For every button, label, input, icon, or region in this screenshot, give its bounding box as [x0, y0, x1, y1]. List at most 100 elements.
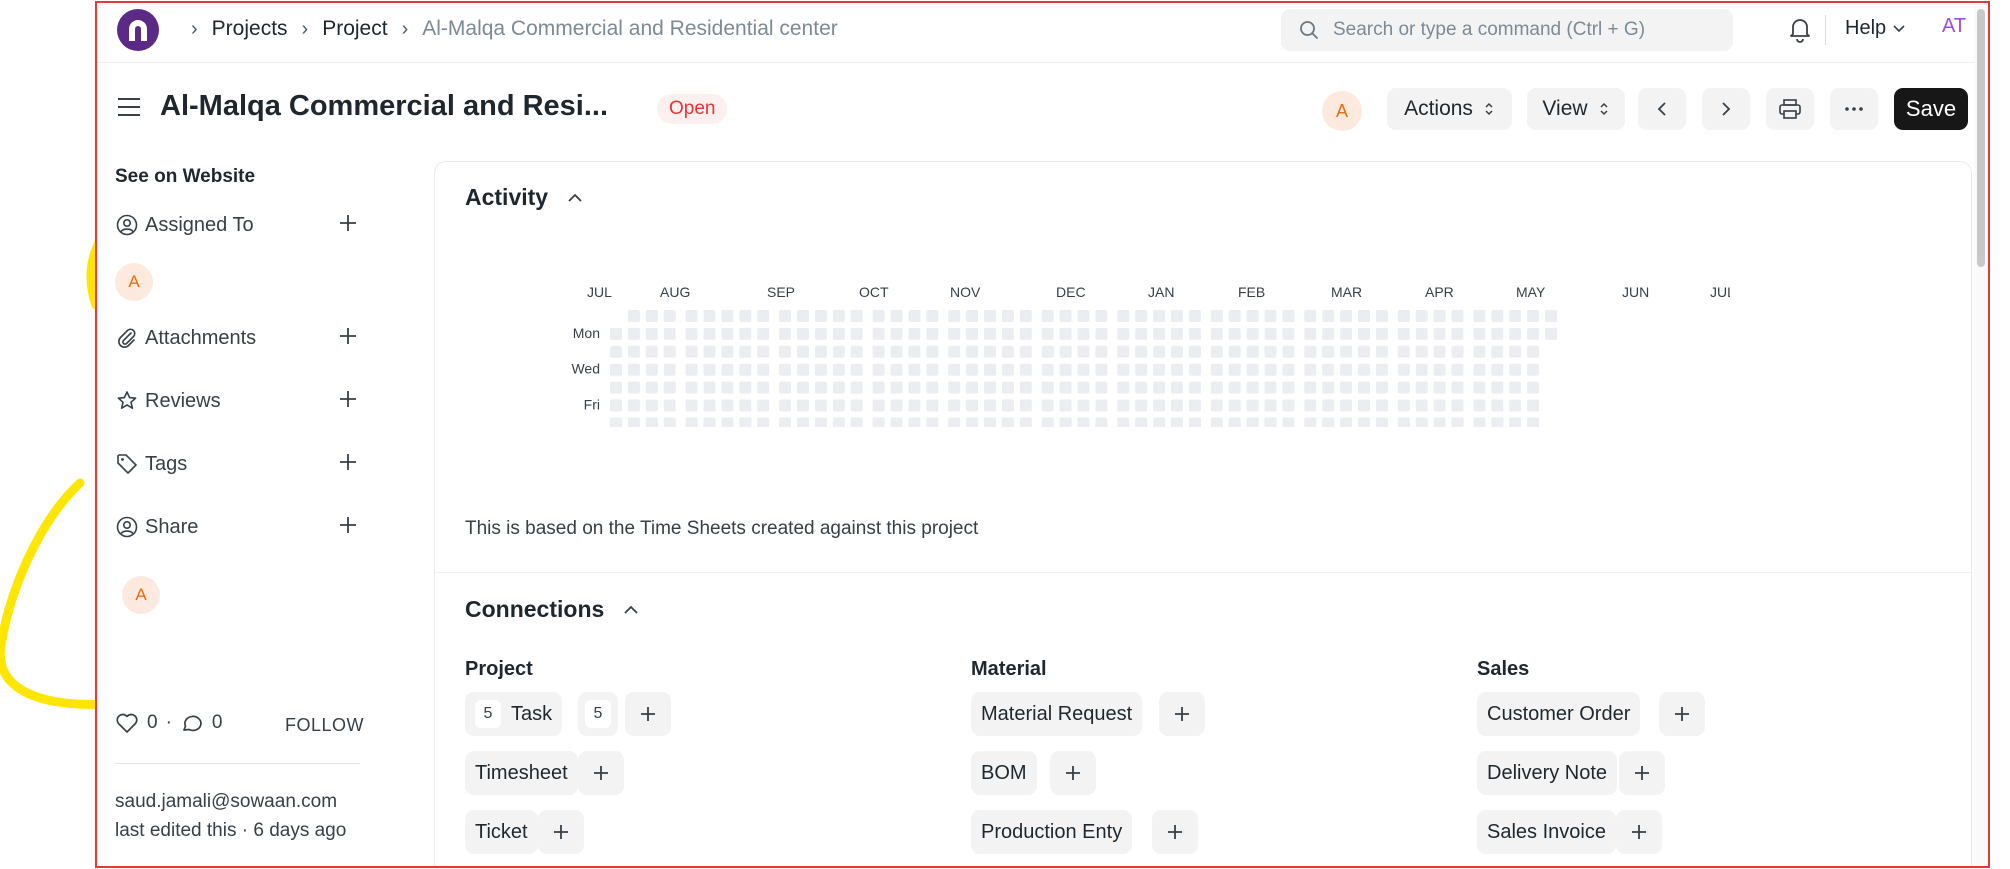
heatmap-day-cell[interactable]	[663, 345, 676, 358]
heatmap-day-cell[interactable]	[703, 399, 716, 412]
heatmap-day-cell[interactable]	[739, 345, 752, 358]
heatmap-day-cell[interactable]	[832, 363, 845, 376]
heatmap-day-cell[interactable]	[1210, 310, 1223, 322]
heatmap-day-cell[interactable]	[1491, 381, 1504, 394]
heatmap-day-cell[interactable]	[966, 345, 979, 358]
heatmap-day-cell[interactable]	[850, 310, 863, 322]
heatmap-day-cell[interactable]	[926, 327, 939, 340]
heatmap-day-cell[interactable]	[1433, 381, 1446, 394]
heatmap-day-cell[interactable]	[1397, 310, 1410, 322]
connection-ticket[interactable]: Ticket	[465, 810, 538, 854]
heatmap-day-cell[interactable]	[948, 381, 961, 394]
heatmap-day-cell[interactable]	[1491, 345, 1504, 358]
heatmap-day-cell[interactable]	[1397, 381, 1410, 394]
heatmap-day-cell[interactable]	[757, 399, 770, 412]
heatmap-day-cell[interactable]	[1527, 327, 1540, 340]
heatmap-day-cell[interactable]	[1304, 363, 1317, 376]
heatmap-day-cell[interactable]	[966, 381, 979, 394]
shared-user-avatar[interactable]: A	[122, 576, 160, 614]
editor-email[interactable]: saud.jamali@sowaan.com	[115, 787, 375, 816]
heatmap-day-cell[interactable]	[1117, 399, 1130, 412]
heatmap-day-cell[interactable]	[1095, 363, 1108, 376]
heatmap-day-cell[interactable]	[1473, 327, 1486, 340]
heatmap-day-cell[interactable]	[721, 381, 734, 394]
heatmap-day-cell[interactable]	[1095, 310, 1108, 322]
connection-task[interactable]: 5 Task	[465, 692, 563, 736]
add-customer-order-button[interactable]	[1659, 692, 1705, 736]
heatmap-day-cell[interactable]	[1433, 310, 1446, 322]
heatmap-day-cell[interactable]	[814, 399, 827, 412]
heatmap-day-cell[interactable]	[1001, 345, 1014, 358]
heatmap-day-cell[interactable]	[1153, 310, 1166, 322]
heatmap-day-cell[interactable]	[1188, 327, 1201, 340]
heatmap-day-cell[interactable]	[1135, 399, 1148, 412]
heatmap-day-cell[interactable]	[610, 417, 622, 427]
heatmap-day-cell[interactable]	[1322, 399, 1335, 412]
heatmap-day-cell[interactable]	[1473, 417, 1486, 427]
heatmap-day-cell[interactable]	[739, 327, 752, 340]
connection-bom[interactable]: BOM	[971, 751, 1037, 795]
heatmap-day-cell[interactable]	[1041, 363, 1054, 376]
connection-sales-invoice[interactable]: Sales Invoice	[1477, 810, 1616, 854]
heatmap-day-cell[interactable]	[814, 417, 827, 427]
follow-button[interactable]: FOLLOW	[285, 715, 364, 736]
heatmap-day-cell[interactable]	[739, 381, 752, 394]
heatmap-day-cell[interactable]	[1491, 417, 1504, 427]
heatmap-day-cell[interactable]	[757, 417, 770, 427]
heatmap-day-cell[interactable]	[739, 399, 752, 412]
heatmap-day-cell[interactable]	[984, 345, 996, 358]
heatmap-day-cell[interactable]	[1188, 399, 1201, 412]
heatmap-day-cell[interactable]	[1246, 310, 1259, 322]
view-button[interactable]: View	[1527, 88, 1625, 130]
heatmap-day-cell[interactable]	[1059, 399, 1072, 412]
heatmap-day-cell[interactable]	[645, 363, 658, 376]
connection-material-request[interactable]: Material Request	[971, 692, 1143, 736]
heatmap-day-cell[interactable]	[1282, 381, 1295, 394]
heatmap-day-cell[interactable]	[685, 345, 698, 358]
connection-delivery-note[interactable]: Delivery Note	[1477, 751, 1618, 795]
heatmap-day-cell[interactable]	[1171, 345, 1183, 358]
heatmap-day-cell[interactable]	[1282, 327, 1295, 340]
see-on-website-link[interactable]: See on Website	[115, 166, 255, 188]
heatmap-day-cell[interactable]	[1246, 399, 1259, 412]
heatmap-day-cell[interactable]	[627, 363, 640, 376]
heatmap-day-cell[interactable]	[1322, 381, 1335, 394]
heatmap-day-cell[interactable]	[1001, 399, 1014, 412]
heatmap-day-cell[interactable]	[890, 363, 903, 376]
heatmap-day-cell[interactable]	[703, 363, 716, 376]
heatmap-day-cell[interactable]	[797, 327, 809, 340]
heatmap-day-cell[interactable]	[1264, 310, 1277, 322]
heatmap-day-cell[interactable]	[1001, 417, 1014, 427]
heatmap-day-cell[interactable]	[663, 327, 676, 340]
heatmap-day-cell[interactable]	[1340, 327, 1353, 340]
heatmap-day-cell[interactable]	[1246, 381, 1259, 394]
heatmap-day-cell[interactable]	[1304, 399, 1317, 412]
heatmap-day-cell[interactable]	[1246, 363, 1259, 376]
heatmap-day-cell[interactable]	[1059, 417, 1072, 427]
heatmap-day-cell[interactable]	[1041, 327, 1054, 340]
heatmap-day-cell[interactable]	[645, 417, 658, 427]
heatmap-day-cell[interactable]	[984, 399, 996, 412]
heatmap-day-cell[interactable]	[948, 363, 961, 376]
heatmap-day-cell[interactable]	[1415, 417, 1428, 427]
heatmap-day-cell[interactable]	[948, 310, 961, 322]
heatmap-day-cell[interactable]	[685, 310, 698, 322]
heatmap-day-cell[interactable]	[1001, 310, 1014, 322]
heatmap-day-cell[interactable]	[908, 345, 921, 358]
heatmap-day-cell[interactable]	[926, 363, 939, 376]
heatmap-day-cell[interactable]	[1527, 310, 1540, 322]
heatmap-day-cell[interactable]	[1527, 381, 1540, 394]
heatmap-day-cell[interactable]	[1077, 381, 1090, 394]
heatmap-day-cell[interactable]	[1491, 310, 1504, 322]
heatmap-day-cell[interactable]	[1358, 417, 1370, 427]
assignee-avatar[interactable]: A	[1322, 91, 1362, 131]
heatmap-day-cell[interactable]	[984, 381, 996, 394]
heatmap-day-cell[interactable]	[1135, 310, 1148, 322]
heatmap-day-cell[interactable]	[1473, 381, 1486, 394]
heatmap-day-cell[interactable]	[1304, 327, 1317, 340]
heatmap-day-cell[interactable]	[814, 345, 827, 358]
heatmap-day-cell[interactable]	[814, 327, 827, 340]
add-timesheet-button[interactable]	[578, 751, 624, 795]
heatmap-day-cell[interactable]	[1527, 363, 1540, 376]
heatmap-day-cell[interactable]	[1059, 363, 1072, 376]
